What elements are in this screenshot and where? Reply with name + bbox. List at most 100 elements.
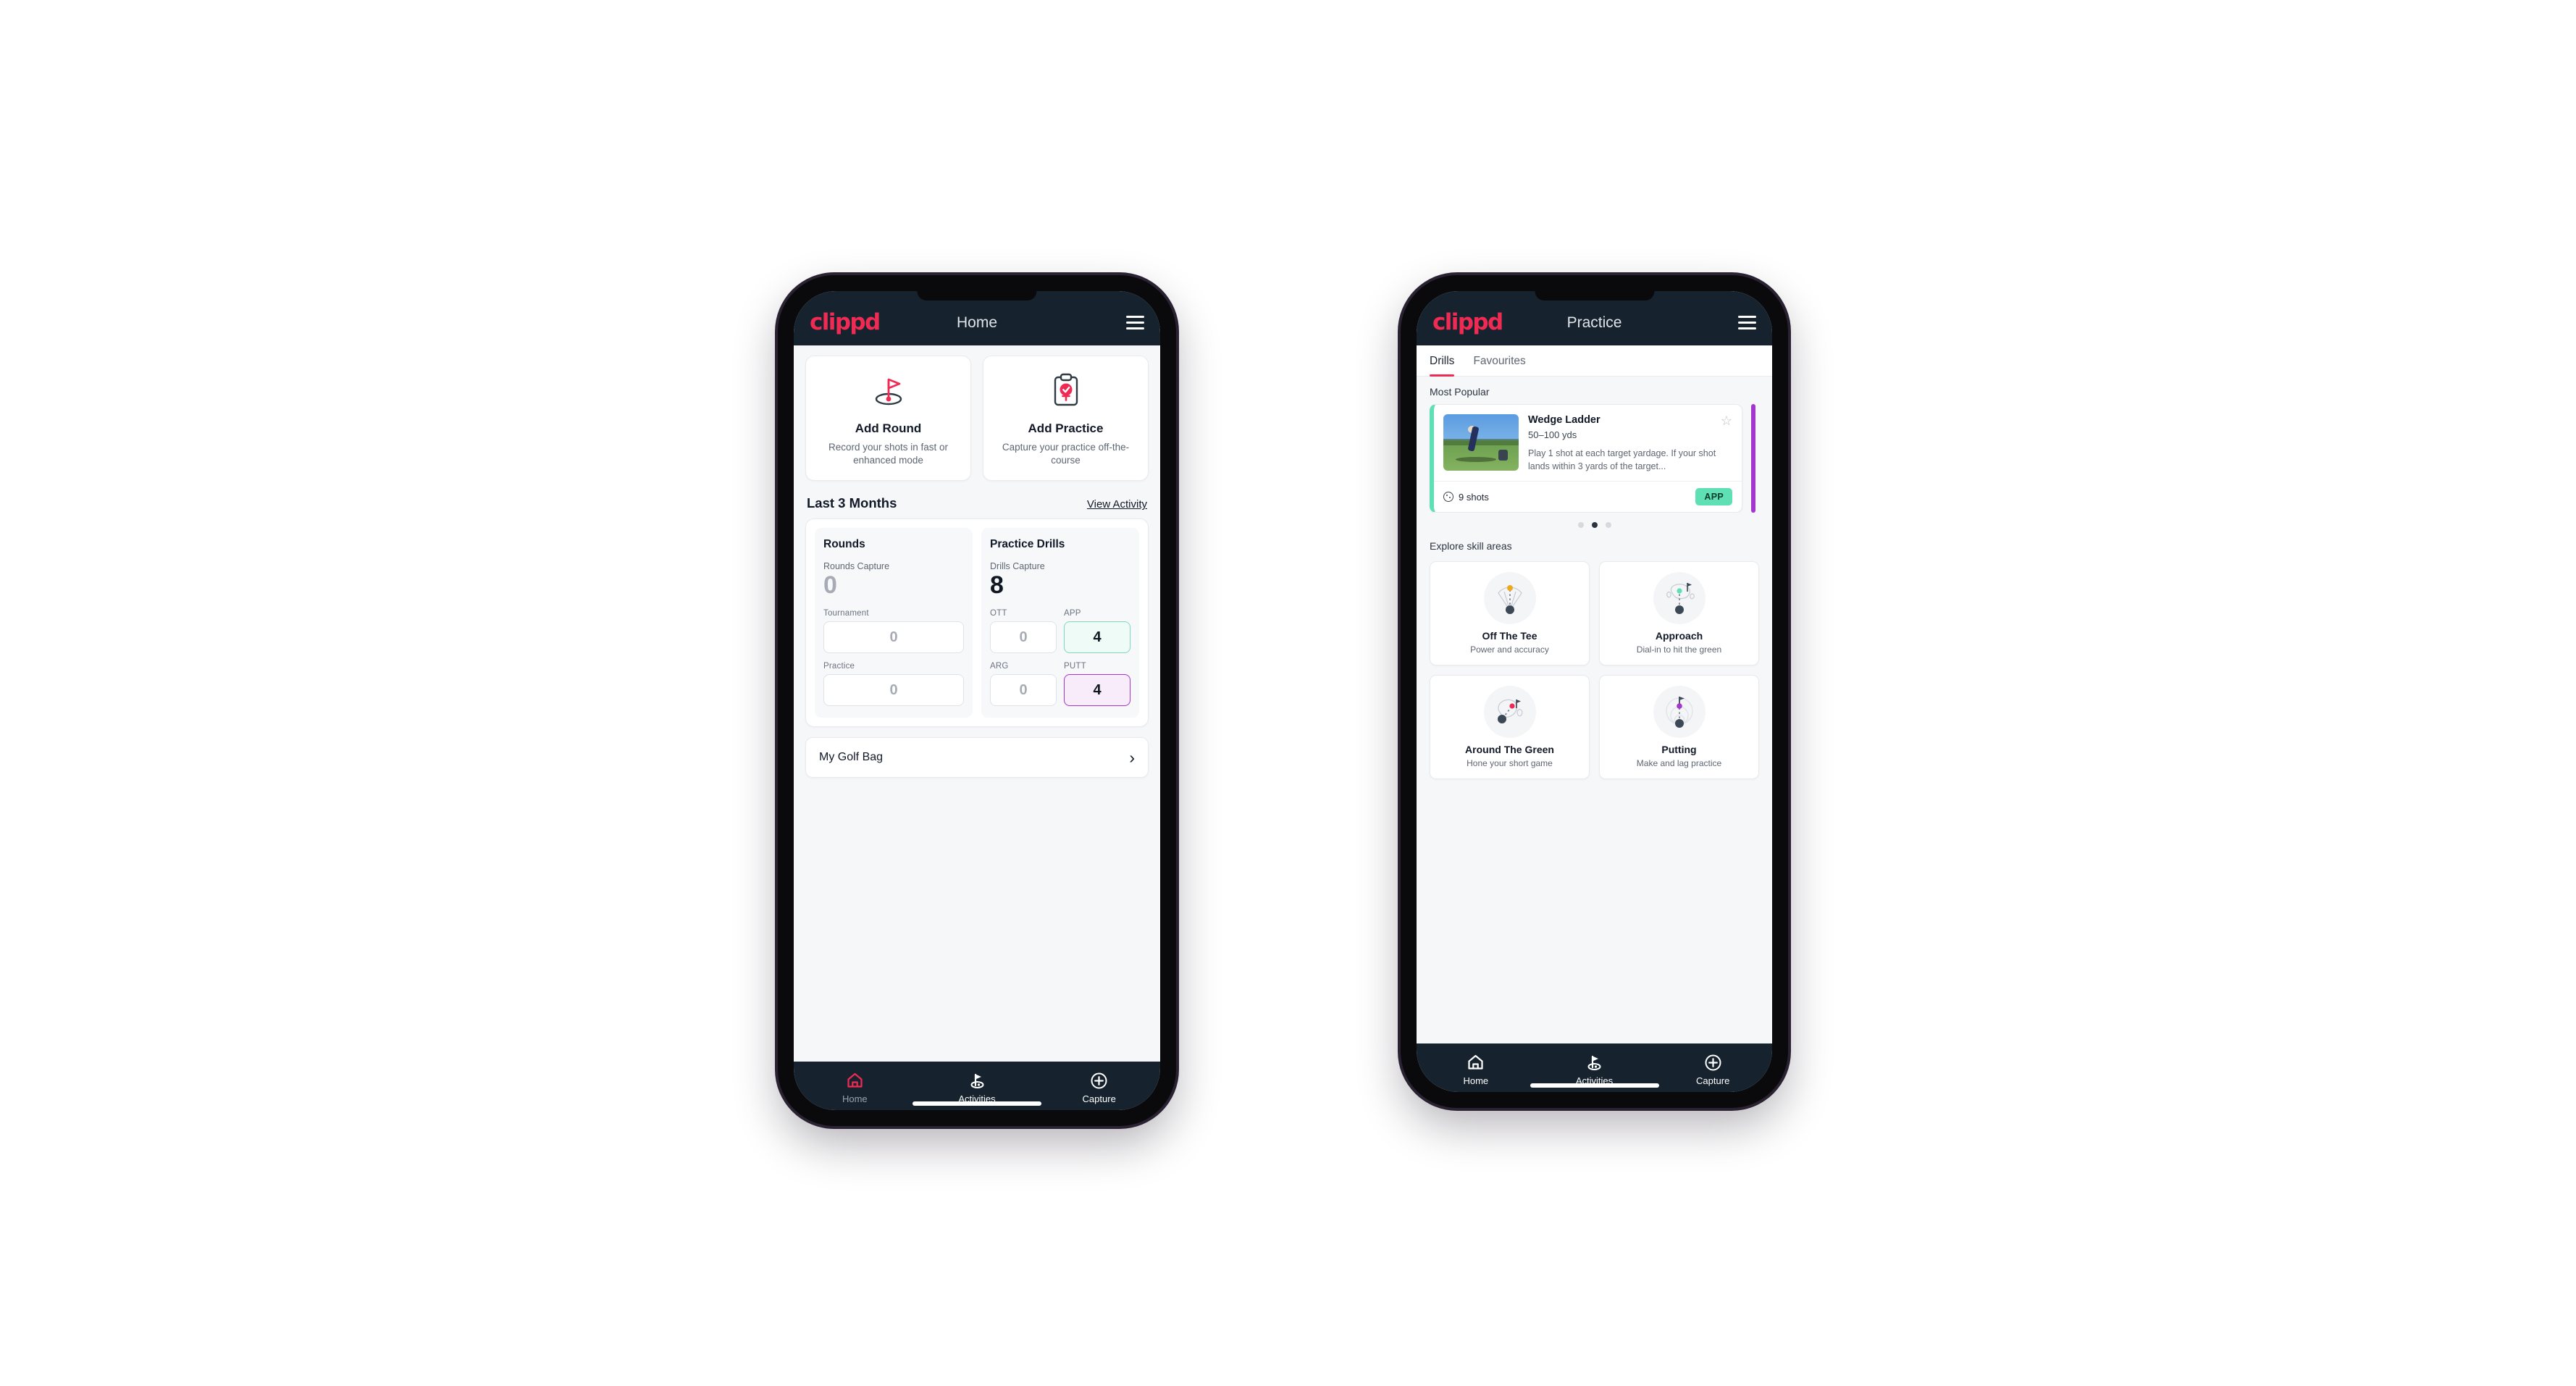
skill-card-off-the-tee[interactable]: Off The Tee Power and accuracy: [1430, 561, 1590, 666]
drill-info: Wedge Ladder ☆ 50–100 yds Play 1 shot at…: [1528, 414, 1732, 473]
nav-label-home: Home: [842, 1093, 868, 1104]
ott-block: OTT 0: [990, 609, 1057, 654]
skill-desc: Power and accuracy: [1470, 644, 1549, 655]
tournament-value[interactable]: 0: [823, 621, 964, 654]
clipboard-check-icon: [991, 371, 1141, 410]
hamburger-menu-icon[interactable]: [1126, 316, 1144, 329]
drills-row-bottom: ARG 0 PUTT 4: [990, 662, 1130, 707]
clippd-logo[interactable]: clippd: [810, 311, 881, 334]
drill-carousel[interactable]: Wedge Ladder ☆ 50–100 yds Play 1 shot at…: [1417, 404, 1772, 513]
skill-card-around-the-green[interactable]: Around The Green Hone your short game: [1430, 675, 1590, 780]
practice-block: Practice 0: [823, 662, 964, 707]
clippd-logo[interactable]: clippd: [1432, 311, 1503, 334]
skill-title: Off The Tee: [1482, 630, 1537, 642]
off-the-tee-icon: [1436, 572, 1583, 625]
drill-card-wedge-ladder[interactable]: Wedge Ladder ☆ 50–100 yds Play 1 shot at…: [1430, 404, 1742, 513]
plus-circle-icon: [1038, 1071, 1160, 1090]
pagination-dot-3[interactable]: [1605, 522, 1611, 529]
drill-description: Play 1 shot at each target yardage. If y…: [1528, 448, 1716, 472]
drill-shots-label: 9 shots: [1459, 491, 1489, 503]
screenshot-canvas: clippd Home Add Round Record your shots …: [0, 0, 2576, 1386]
rounds-capture-label: Rounds Capture: [823, 561, 890, 572]
drills-capture-label: Drills Capture: [990, 561, 1045, 572]
tournament-label: Tournament: [823, 609, 869, 618]
practice-bottom-nav: Home Activities Capture: [1417, 1043, 1772, 1092]
my-golf-bag-row[interactable]: My Golf Bag ›: [805, 737, 1149, 778]
tournament-block: Tournament 0: [823, 609, 964, 654]
section-title: Last 3 Months: [807, 495, 897, 511]
skill-title: Approach: [1655, 630, 1703, 642]
add-round-desc: Record your shots in fast or enhanced mo…: [828, 442, 949, 466]
hamburger-menu-icon[interactable]: [1738, 316, 1756, 329]
add-practice-card[interactable]: Add Practice Capture your practice off-t…: [983, 356, 1149, 482]
ott-label: OTT: [990, 609, 1007, 618]
golf-flag-icon: [813, 371, 963, 410]
view-activity-link[interactable]: View Activity: [1087, 498, 1147, 511]
app-label: APP: [1064, 609, 1081, 618]
pagination-dot-2[interactable]: [1591, 522, 1598, 529]
arg-label: ARG: [990, 662, 1009, 671]
skill-card-putting[interactable]: Putting Make and lag practice: [1599, 675, 1759, 780]
plus-circle-icon: [1653, 1053, 1772, 1072]
carousel-pagination: [1417, 513, 1772, 531]
putt-value[interactable]: 4: [1064, 674, 1130, 707]
drill-subtitle: 50–100 yds: [1528, 429, 1577, 440]
nav-label-home: Home: [1463, 1075, 1489, 1086]
chevron-right-icon: ›: [1129, 747, 1135, 767]
drill-title: Wedge Ladder: [1528, 414, 1600, 426]
practice-drills-column: Practice Drills Drills Capture 8 OTT 0 A…: [981, 528, 1139, 718]
nav-item-home[interactable]: Home: [794, 1071, 916, 1104]
drill-card-footer: 9 shots APP: [1434, 481, 1742, 512]
home-indicator-bar: [1530, 1083, 1659, 1088]
practice-label: Practice: [823, 662, 855, 671]
practice-content: Most Popular Wedge Ladder ☆ 50–100 yds P…: [1417, 377, 1772, 1043]
drill-thumbnail: [1443, 414, 1519, 471]
home-icon: [1417, 1053, 1535, 1072]
tab-favourites[interactable]: Favourites: [1473, 345, 1525, 376]
nav-item-activities[interactable]: Activities: [1535, 1053, 1654, 1086]
golf-ball-icon: [1443, 492, 1453, 503]
putt-block: PUTT 4: [1064, 662, 1130, 707]
star-outline-icon[interactable]: ☆: [1721, 414, 1732, 427]
skill-desc: Make and lag practice: [1636, 758, 1722, 769]
home-content: Add Round Record your shots in fast or e…: [794, 345, 1160, 1062]
rounds-capture-value: 0: [823, 571, 837, 600]
stats-card: Rounds Rounds Capture 0 Tournament 0 Pra…: [805, 518, 1149, 728]
drills-heading: Practice Drills: [990, 538, 1065, 551]
approach-icon: [1606, 572, 1753, 625]
around-the-green-icon: [1436, 686, 1583, 739]
practice-tabs: Drills Favourites: [1417, 345, 1772, 377]
nav-item-capture[interactable]: Capture: [1653, 1053, 1772, 1086]
add-round-title: Add Round: [855, 421, 922, 435]
drills-capture-value: 8: [990, 571, 1004, 600]
golf-activities-icon: [916, 1071, 1039, 1090]
add-practice-title: Add Practice: [1028, 421, 1104, 435]
phone-notch: [917, 291, 1037, 301]
nav-item-capture[interactable]: Capture: [1038, 1071, 1160, 1104]
nav-item-home[interactable]: Home: [1417, 1053, 1535, 1086]
skill-card-approach[interactable]: Approach Dial-in to hit the green: [1599, 561, 1759, 666]
arg-block: ARG 0: [990, 662, 1057, 707]
nav-label-capture: Capture: [1696, 1075, 1730, 1086]
next-card-accent-strip[interactable]: [1751, 404, 1755, 513]
my-golf-bag-label: My Golf Bag: [819, 751, 884, 764]
phone-notch: [1535, 291, 1654, 301]
nav-item-activities[interactable]: Activities: [916, 1071, 1039, 1104]
drill-title-row: Wedge Ladder ☆: [1528, 414, 1732, 427]
phone-mockup-home: clippd Home Add Round Record your shots …: [778, 275, 1176, 1126]
skill-desc: Hone your short game: [1467, 758, 1553, 769]
add-practice-desc: Capture your practice off-the-course: [1002, 442, 1130, 466]
drills-row-top: OTT 0 APP 4: [990, 609, 1130, 654]
home-screen: clippd Home Add Round Record your shots …: [794, 291, 1160, 1110]
skill-title: Around The Green: [1465, 744, 1554, 756]
app-value[interactable]: 4: [1064, 621, 1130, 654]
tab-drills[interactable]: Drills: [1430, 345, 1455, 377]
home-indicator-bar: [912, 1101, 1041, 1106]
drill-category-chip: APP: [1695, 488, 1732, 506]
ott-value[interactable]: 0: [990, 621, 1057, 654]
pagination-dot-1[interactable]: [1577, 522, 1584, 529]
arg-value[interactable]: 0: [990, 674, 1057, 707]
add-round-card[interactable]: Add Round Record your shots in fast or e…: [805, 356, 971, 482]
phone-mockup-practice: clippd Practice Drills Favourites Most P…: [1401, 275, 1788, 1108]
practice-value[interactable]: 0: [823, 674, 964, 707]
